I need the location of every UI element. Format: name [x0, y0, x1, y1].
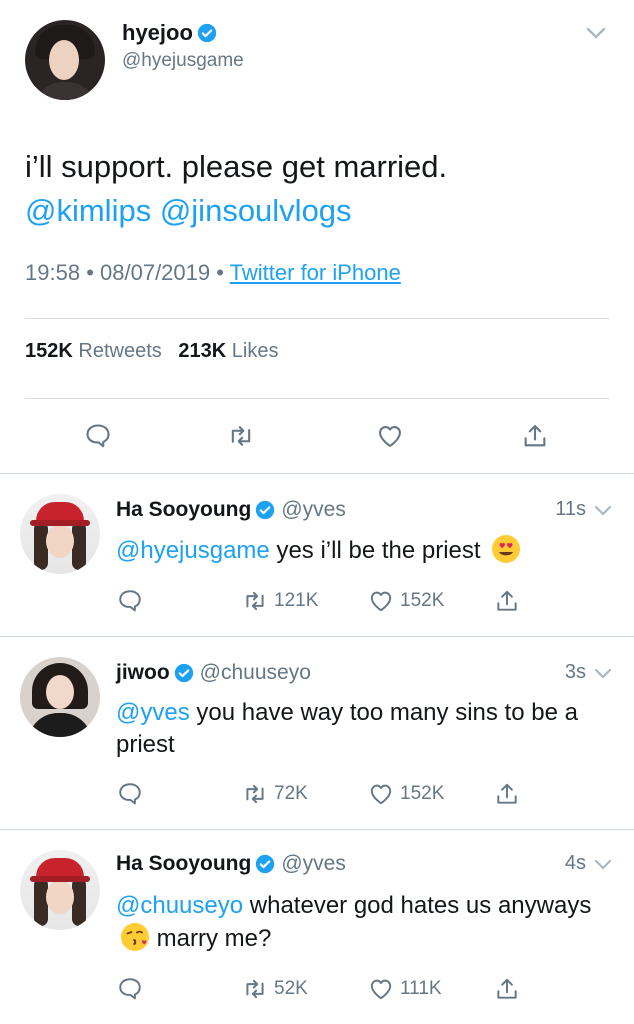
- likes-label[interactable]: Likes: [232, 340, 279, 362]
- reply-timestamp[interactable]: 4s: [565, 852, 586, 875]
- share-button[interactable]: [494, 588, 526, 614]
- chevron-down-icon[interactable]: [586, 26, 606, 40]
- verified-icon: [197, 23, 217, 43]
- like-button[interactable]: 152K: [368, 781, 444, 807]
- chevron-down-icon[interactable]: [594, 505, 612, 517]
- retweets-label[interactable]: Retweets: [78, 340, 161, 362]
- avatar[interactable]: [25, 20, 105, 100]
- share-icon[interactable]: [494, 588, 520, 614]
- divider: [25, 398, 609, 399]
- mention-link[interactable]: @kimlips: [25, 193, 151, 228]
- tweet-date: 08/07/2019: [100, 260, 211, 285]
- author-handle[interactable]: @hyejusgame: [122, 50, 244, 72]
- tweet-text-line: i’ll support. please get married.: [25, 149, 448, 184]
- verified-icon: [255, 854, 275, 874]
- retweet-button[interactable]: 52K: [242, 976, 308, 1002]
- retweet-icon[interactable]: [227, 422, 255, 450]
- reply-author-name[interactable]: Ha Sooyoung: [116, 498, 251, 522]
- heart-eyes-emoji-icon: [492, 535, 521, 563]
- reply-actions: 52K 111K: [0, 976, 634, 1006]
- author-name-text[interactable]: hyejoo: [122, 20, 193, 46]
- verified-icon: [174, 663, 194, 683]
- tweet-source-link[interactable]: Twitter for iPhone: [230, 260, 401, 285]
- reply-timestamp[interactable]: 3s: [565, 661, 586, 684]
- tweet-time: 19:58: [25, 260, 81, 285]
- avatar[interactable]: [20, 657, 100, 737]
- like-count: 152K: [400, 590, 445, 611]
- reply-text-body: whatever god hates us anyways: [249, 892, 592, 919]
- reply-text-body: yes i’ll be the priest: [276, 537, 481, 564]
- reply-author-name[interactable]: Ha Sooyoung: [116, 852, 251, 876]
- retweet-count: 52K: [274, 978, 308, 999]
- like-icon[interactable]: [368, 976, 394, 1002]
- main-tweet: hyejoo @hyejusgame i’ll support. please …: [0, 0, 634, 474]
- retweet-button[interactable]: 72K: [242, 781, 308, 807]
- like-button[interactable]: 152K: [368, 588, 444, 614]
- tweet-meta: 19:58 • 08/07/2019 • Twitter for iPhone: [25, 260, 401, 285]
- reply-icon[interactable]: [117, 588, 143, 614]
- tweet-text: i’ll support. please get married. @kimli…: [25, 145, 605, 233]
- retweet-count: 121K: [274, 590, 319, 611]
- chevron-down-icon[interactable]: [594, 668, 612, 680]
- retweets-count[interactable]: 152K: [25, 340, 73, 362]
- reply-author-handle[interactable]: @chuuseyo: [200, 661, 311, 685]
- retweet-button[interactable]: 121K: [242, 588, 318, 614]
- retweet-icon[interactable]: [242, 588, 268, 614]
- reply-tweet[interactable]: Ha Sooyoung @yves 11s @hyejusgame yes i’…: [0, 474, 634, 636]
- avatar[interactable]: [20, 494, 100, 574]
- likes-count[interactable]: 213K: [178, 340, 226, 362]
- share-icon[interactable]: [494, 781, 520, 807]
- reply-author-handle[interactable]: @yves: [281, 852, 346, 876]
- mention-link[interactable]: @chuuseyo: [116, 892, 243, 919]
- retweet-count: 72K: [274, 783, 308, 804]
- reply-icon[interactable]: [117, 781, 143, 807]
- reply-timestamp[interactable]: 11s: [555, 498, 586, 521]
- reply-tweet[interactable]: Ha Sooyoung @yves 4s @chuuseyo whatever …: [0, 830, 634, 1024]
- reply-header: Ha Sooyoung @yves: [116, 852, 346, 876]
- tweet-stats: 152K Retweets 213K Likes: [25, 340, 279, 363]
- avatar[interactable]: [20, 850, 100, 930]
- like-count: 111K: [400, 978, 442, 999]
- mention-link[interactable]: @jinsoulvlogs: [160, 193, 352, 228]
- reply-text-body: marry me?: [156, 925, 272, 952]
- retweet-icon[interactable]: [242, 976, 268, 1002]
- reply-button[interactable]: [117, 781, 149, 807]
- reply-text: @yves you have way too many sins to be a…: [116, 697, 606, 761]
- like-button[interactable]: 111K: [368, 976, 442, 1002]
- share-button[interactable]: [494, 976, 526, 1002]
- share-button[interactable]: [494, 781, 526, 807]
- verified-icon: [255, 500, 275, 520]
- chevron-down-icon[interactable]: [594, 859, 612, 871]
- reply-icon[interactable]: [84, 422, 112, 450]
- reply-tweet[interactable]: jiwoo @chuuseyo 3s @yves you have way to…: [0, 637, 634, 829]
- share-icon[interactable]: [494, 976, 520, 1002]
- like-icon[interactable]: [368, 588, 394, 614]
- like-icon[interactable]: [368, 781, 394, 807]
- reply-icon[interactable]: [117, 976, 143, 1002]
- author-name[interactable]: hyejoo: [122, 20, 217, 46]
- reply-author-name[interactable]: jiwoo: [116, 661, 170, 685]
- reply-text: @chuuseyo whatever god hates us anyways …: [116, 890, 606, 955]
- reply-header: Ha Sooyoung @yves: [116, 498, 346, 522]
- reply-actions: 121K 152K: [0, 588, 634, 618]
- reply-text: @hyejusgame yes i’ll be the priest: [116, 534, 606, 567]
- share-icon[interactable]: [521, 422, 549, 450]
- kiss-emoji-icon: [121, 923, 149, 951]
- reply-actions: 72K 152K: [0, 781, 634, 811]
- reply-button[interactable]: [117, 588, 149, 614]
- like-count: 152K: [400, 783, 445, 804]
- reply-header: jiwoo @chuuseyo: [116, 661, 311, 685]
- divider: [25, 318, 609, 319]
- like-icon[interactable]: [376, 422, 404, 450]
- retweet-icon[interactable]: [242, 781, 268, 807]
- reply-button[interactable]: [117, 976, 149, 1002]
- mention-link[interactable]: @yves: [116, 699, 190, 726]
- reply-author-handle[interactable]: @yves: [281, 498, 346, 522]
- mention-link[interactable]: @hyejusgame: [116, 537, 270, 564]
